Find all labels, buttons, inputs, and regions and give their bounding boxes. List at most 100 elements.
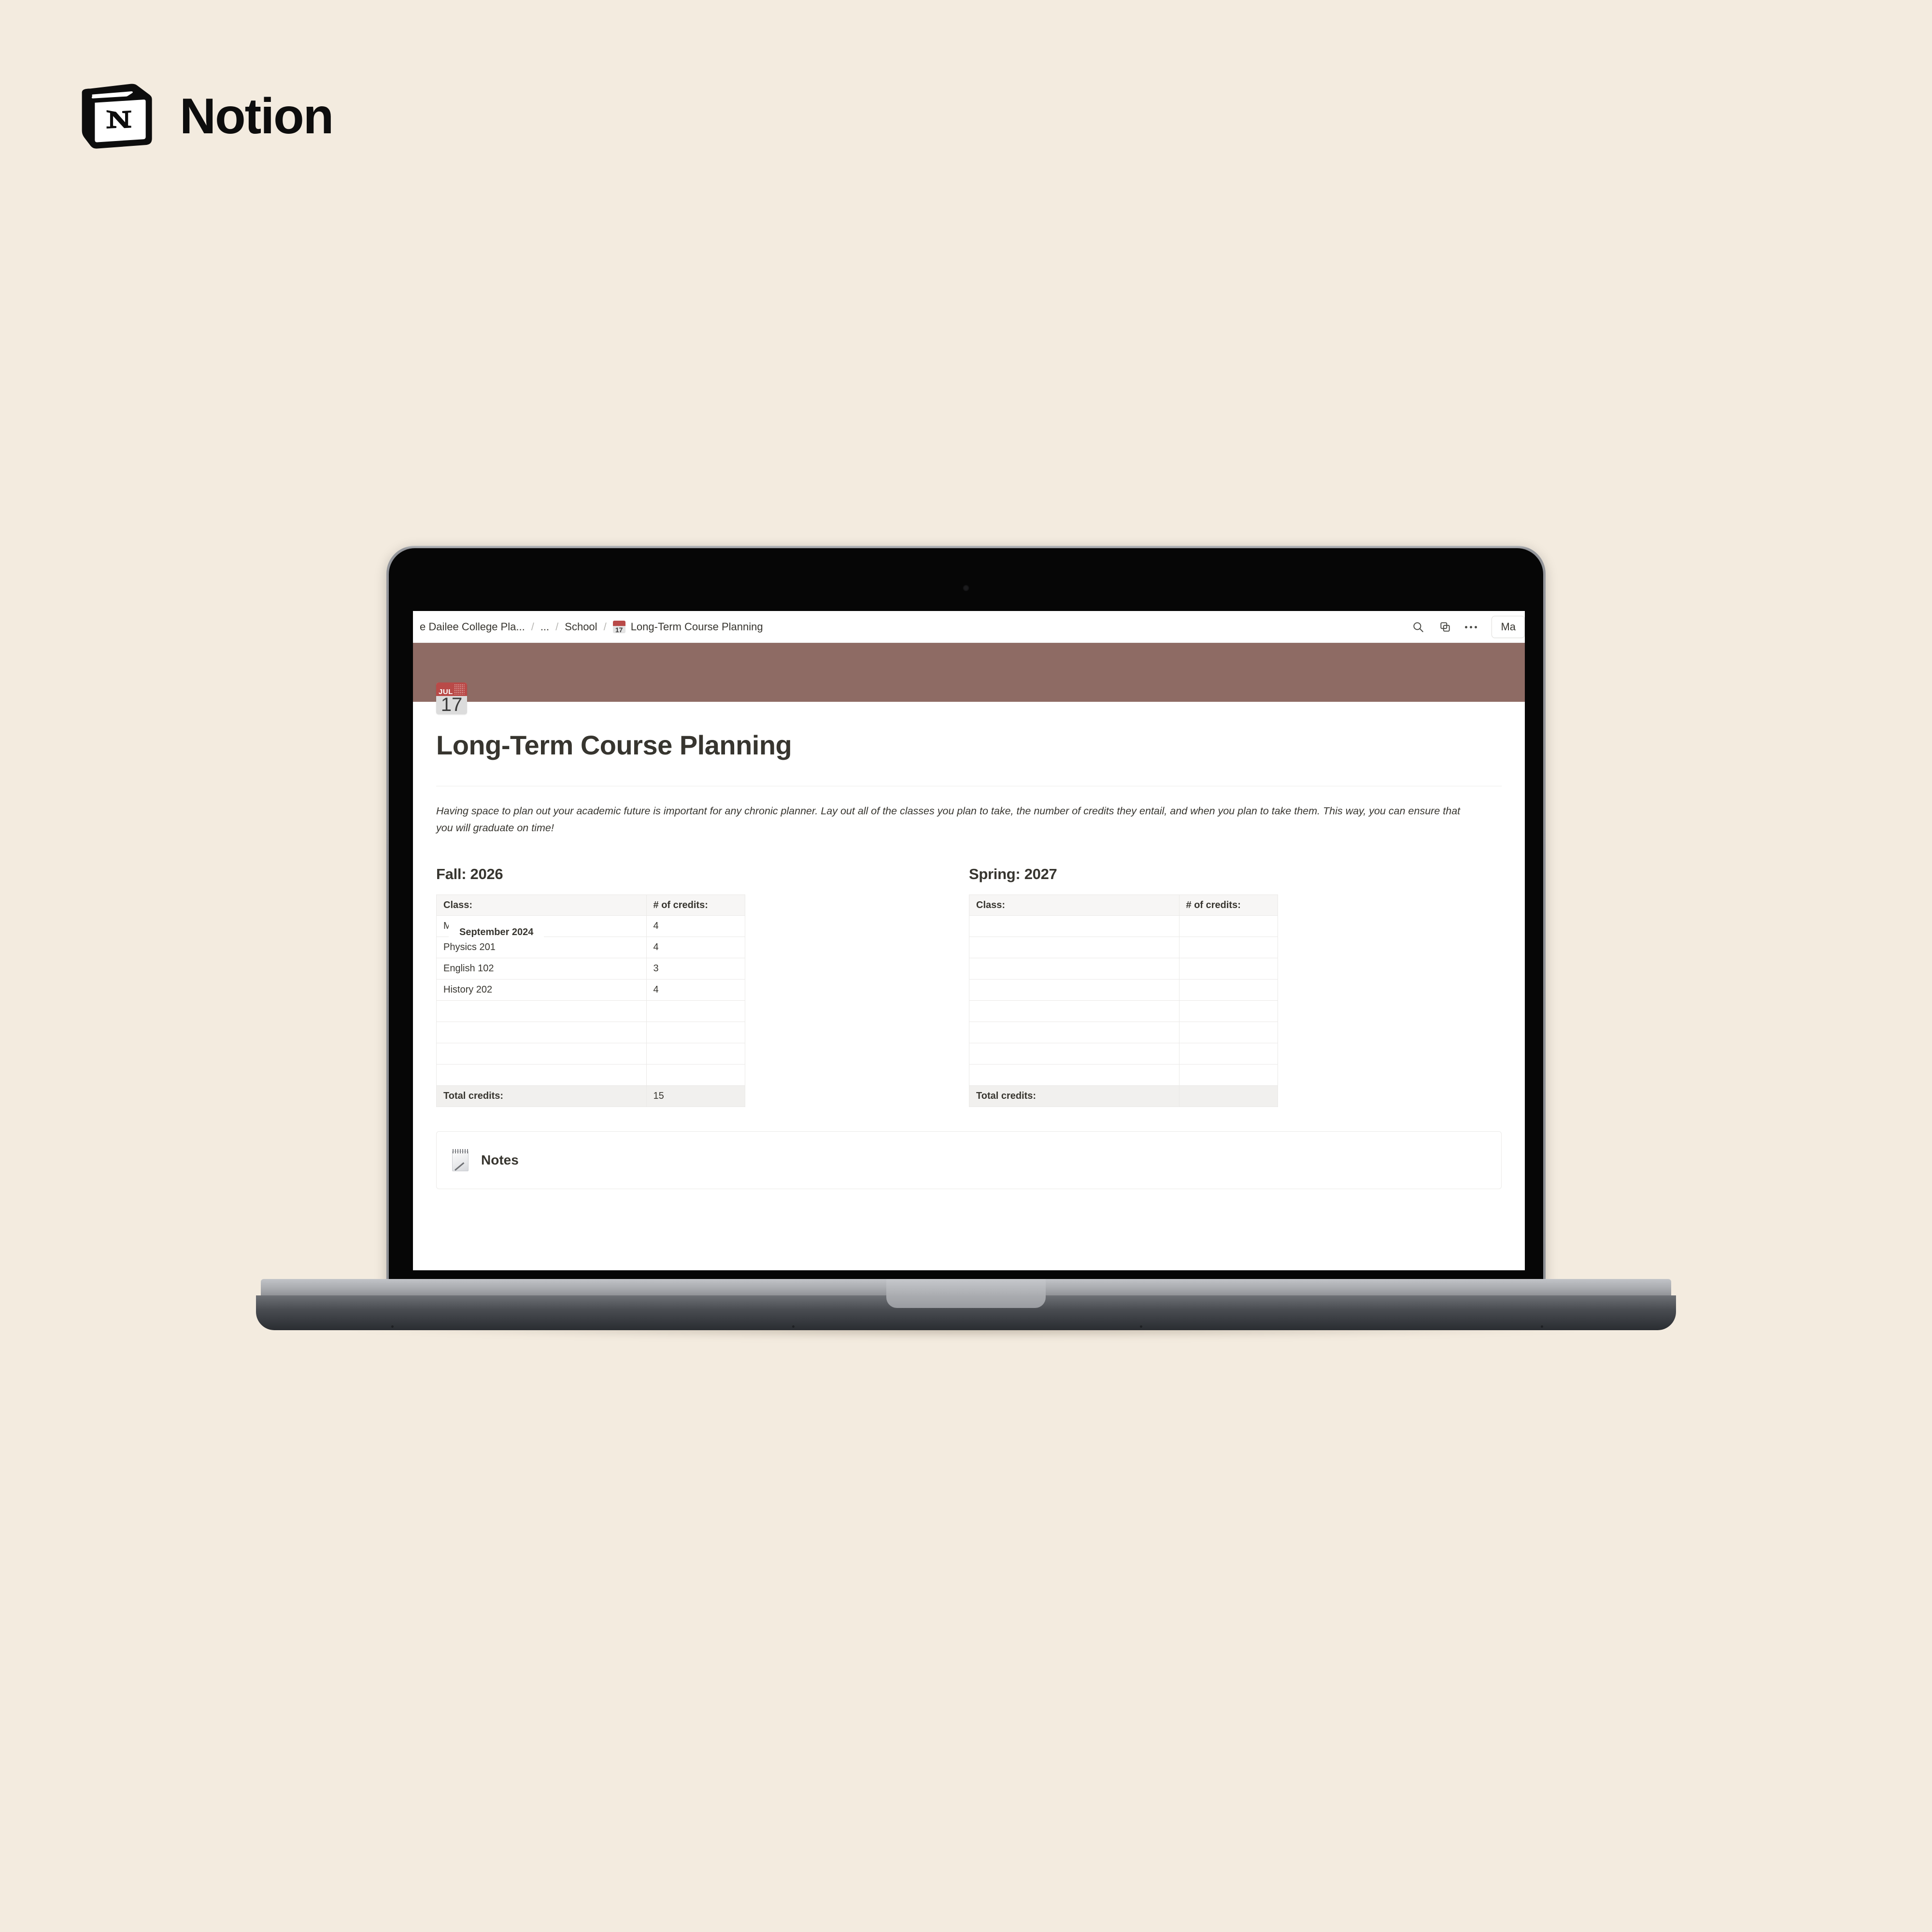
cell-credits[interactable]	[646, 1064, 746, 1086]
table-row[interactable]	[436, 1022, 746, 1044]
calendar-perforation	[454, 684, 465, 695]
notion-app-viewport: e Dailee College Pla... / ... / School /…	[413, 611, 1525, 1270]
notes-subpage-card[interactable]: Notes	[436, 1131, 1502, 1190]
laptop-lid: e Dailee College Pla... / ... / School /…	[386, 546, 1546, 1290]
cell-class[interactable]	[969, 1043, 1179, 1065]
cell-credits[interactable]	[1179, 1000, 1279, 1023]
cell-class[interactable]	[436, 1043, 647, 1065]
table-row[interactable]	[969, 937, 1279, 959]
table-row[interactable]	[969, 1000, 1279, 1023]
notes-label: Notes	[481, 1152, 519, 1168]
table-row[interactable]	[969, 1064, 1279, 1086]
cell-class[interactable]	[969, 1022, 1179, 1044]
table-header-row: Class: # of credits:	[436, 895, 746, 916]
more-options-icon[interactable]	[1465, 625, 1477, 628]
breadcrumb-item-ellipsis[interactable]: ...	[540, 621, 549, 633]
cell-credits[interactable]	[1179, 915, 1279, 938]
cell-credits[interactable]: 4	[646, 979, 746, 1001]
page-description[interactable]: Having space to plan out your academic f…	[436, 803, 1465, 837]
cell-credits[interactable]	[1179, 979, 1279, 1001]
total-credits-value[interactable]: 15	[646, 1085, 746, 1108]
breadcrumb-item-current-page[interactable]: 17 Long-Term Course Planning	[612, 620, 763, 633]
cell-class[interactable]	[436, 1022, 647, 1044]
cell-credits[interactable]	[646, 1000, 746, 1023]
search-icon[interactable]	[1411, 620, 1425, 634]
table-row[interactable]: English 102 3	[436, 958, 746, 980]
total-credits-label: Total credits:	[969, 1085, 1179, 1108]
cell-class[interactable]	[969, 1064, 1179, 1086]
page-content: JUL 17 Long-Term Course Planning Having …	[413, 682, 1525, 1190]
column-header-credits: # of credits:	[1179, 895, 1279, 916]
cell-credits[interactable]	[1179, 1022, 1279, 1044]
page-icon-calendar-icon[interactable]: JUL 17	[436, 682, 467, 714]
table-row[interactable]	[969, 915, 1279, 938]
cell-credits[interactable]: 3	[646, 958, 746, 980]
calendar-day-number: 17	[615, 625, 623, 633]
calendar-month-label: JUL	[439, 687, 453, 696]
brand-name: Notion	[180, 88, 334, 144]
table-row[interactable]	[436, 1064, 746, 1086]
table-row[interactable]	[969, 1022, 1279, 1044]
total-credits-value[interactable]	[1179, 1085, 1279, 1108]
table-row[interactable]	[969, 1043, 1279, 1065]
laptop-base-notch	[886, 1279, 1046, 1308]
semester-title-spring[interactable]: Spring: 2027	[969, 866, 1463, 883]
table-footer-row[interactable]: Total credits:	[969, 1085, 1279, 1108]
cell-credits[interactable]: 4	[646, 915, 746, 938]
cell-credits[interactable]	[646, 1022, 746, 1044]
cell-credits[interactable]	[1179, 1064, 1279, 1086]
course-table-spring: Class: # of credits: Total credits:	[969, 895, 1279, 1108]
calendar-icon-header: JUL	[436, 682, 467, 696]
column-header-credits: # of credits:	[646, 895, 746, 916]
breadcrumb: e Dailee College Pla... / ... / School /…	[413, 620, 763, 633]
viewport-bottom-fade	[413, 1248, 1525, 1270]
breadcrumb-current-label: Long-Term Course Planning	[630, 620, 763, 633]
laptop-mockup: e Dailee College Pla... / ... / School /…	[256, 546, 1676, 1339]
cell-class[interactable]	[436, 1064, 647, 1086]
breadcrumb-item-workspace[interactable]: e Dailee College Pla...	[420, 621, 525, 633]
cell-credits[interactable]	[1179, 958, 1279, 980]
webcam-icon	[963, 585, 969, 591]
cell-credits[interactable]	[646, 1043, 746, 1065]
calendar-icon: 17	[612, 620, 625, 633]
table-row[interactable]	[436, 1043, 746, 1065]
notepad-icon	[451, 1149, 470, 1172]
breadcrumb-separator: /	[555, 620, 559, 633]
cell-credits[interactable]	[1179, 1043, 1279, 1065]
notion-cube-logo-icon	[82, 84, 152, 149]
table-row[interactable]	[436, 1000, 746, 1023]
calendar-day-label: 17	[440, 694, 463, 714]
page-cover[interactable]	[413, 643, 1525, 702]
date-picker-popover[interactable]: September 2024	[449, 922, 544, 943]
cell-credits[interactable]: 4	[646, 937, 746, 959]
topbar-actions: Ma	[1411, 611, 1525, 643]
cell-credits[interactable]	[1179, 937, 1279, 959]
cell-class[interactable]: English 102	[436, 958, 647, 980]
notion-brand-lockup: Notion	[81, 77, 334, 156]
cell-class[interactable]	[969, 958, 1179, 980]
duplicate-icon[interactable]	[1438, 620, 1452, 634]
table-row[interactable]	[969, 958, 1279, 980]
app-topbar: e Dailee College Pla... / ... / School /…	[413, 611, 1525, 643]
cell-class[interactable]	[969, 915, 1179, 938]
semester-columns: Fall: 2026 Class: # of credits: 4 Physic…	[436, 866, 1502, 1108]
cell-class[interactable]	[969, 937, 1179, 959]
page-title[interactable]: Long-Term Course Planning	[436, 702, 1502, 761]
cell-class[interactable]: History 202	[436, 979, 647, 1001]
table-row[interactable]	[969, 979, 1279, 1001]
breadcrumb-item-school[interactable]: School	[565, 621, 597, 633]
make-copy-button[interactable]: Ma	[1492, 616, 1525, 638]
column-header-class: Class:	[436, 895, 647, 916]
cell-class[interactable]	[969, 1000, 1179, 1023]
laptop-screen-bezel: e Dailee College Pla... / ... / School /…	[389, 548, 1543, 1290]
semester-title-fall[interactable]: Fall: 2026	[436, 866, 930, 883]
cell-class[interactable]	[436, 1000, 647, 1023]
cell-class[interactable]	[969, 979, 1179, 1001]
table-header-row: Class: # of credits:	[969, 895, 1279, 916]
breadcrumb-separator: /	[603, 620, 607, 633]
breadcrumb-separator: /	[531, 620, 534, 633]
table-row[interactable]: History 202 4	[436, 979, 746, 1001]
laptop-base	[256, 1279, 1676, 1339]
semester-column-fall: Fall: 2026 Class: # of credits: 4 Physic…	[436, 866, 969, 1108]
table-footer-row[interactable]: Total credits: 15	[436, 1085, 746, 1108]
